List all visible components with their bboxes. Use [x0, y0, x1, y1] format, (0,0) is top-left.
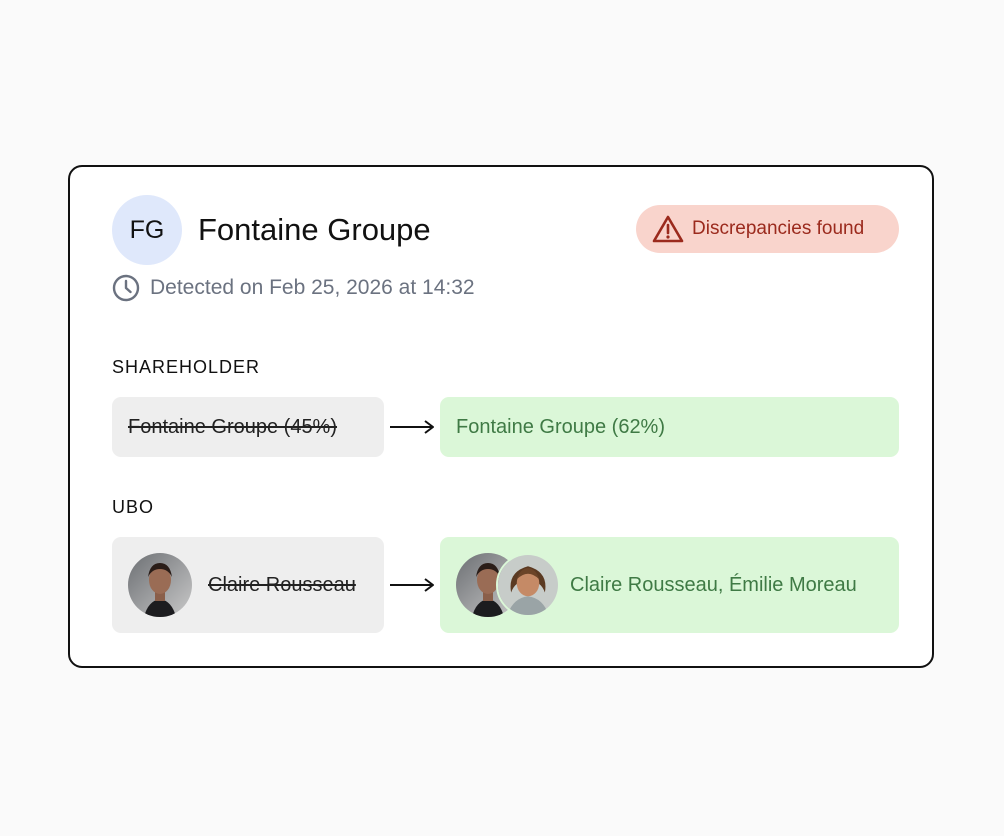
ubo-new-value-box: Claire Rousseau, Émilie Moreau: [440, 537, 899, 633]
detected-text: Detected on Feb 25, 2026 at 14:32: [150, 276, 475, 299]
shareholder-new-value-box: Fontaine Groupe (62%): [440, 397, 899, 457]
ubo-new-value: Claire Rousseau, Émilie Moreau: [570, 573, 857, 596]
warning-triangle-icon: [652, 214, 684, 244]
shareholder-section-label: SHAREHOLDER: [112, 357, 261, 377]
avatar-stack: [456, 553, 560, 617]
discrepancy-card: FG Fontaine Groupe Discrepancies found D…: [68, 165, 934, 668]
ubo-section-label: UBO: [112, 497, 155, 517]
arrow-right-icon: [390, 578, 434, 592]
arrow-right-icon: [390, 420, 434, 434]
clock-icon: [112, 274, 140, 302]
status-badge-label: Discrepancies found: [692, 218, 865, 239]
avatar: [128, 553, 192, 617]
detected-timestamp: Detected on Feb 25, 2026 at 14:32: [112, 274, 475, 302]
company-avatar: FG: [112, 195, 182, 265]
shareholder-old-value-box: Fontaine Groupe (45%): [112, 397, 384, 457]
shareholder-old-value: Fontaine Groupe (45%): [128, 415, 338, 438]
ubo-old-value-box: Claire Rousseau: [112, 537, 384, 633]
ubo-old-value: Claire Rousseau: [208, 573, 356, 596]
status-badge: Discrepancies found: [636, 205, 899, 253]
company-name: Fontaine Groupe: [198, 212, 431, 247]
avatar: [496, 553, 560, 617]
company-initials: FG: [129, 215, 165, 244]
shareholder-new-value: Fontaine Groupe (62%): [456, 415, 666, 438]
